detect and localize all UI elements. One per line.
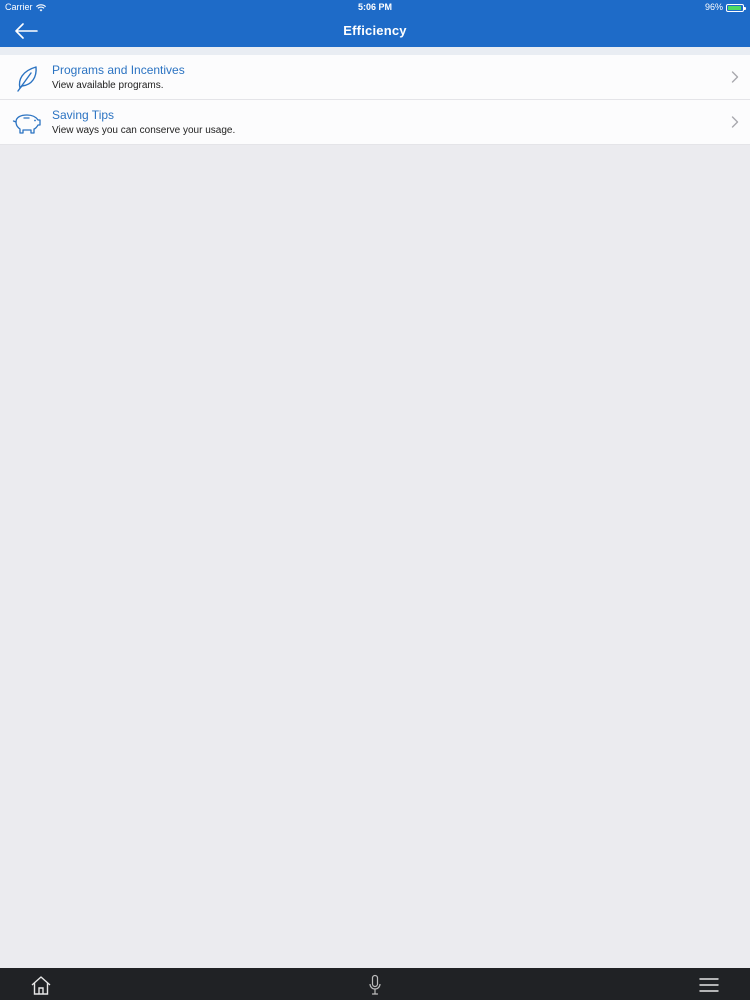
menu-button[interactable] (697, 973, 721, 997)
menu-icon (699, 978, 719, 992)
piggy-bank-icon (12, 114, 41, 134)
status-time: 5:06 PM (357, 2, 392, 12)
list-item-saving-tips[interactable]: Saving Tips View ways you can conserve y… (0, 100, 750, 145)
list-item-subtitle: View available programs. (52, 80, 164, 91)
battery-icon (726, 3, 746, 12)
chevron-right-icon (731, 71, 739, 83)
list-item-programs-incentives[interactable]: Programs and Incentives View available p… (0, 55, 750, 100)
list-item-title: Programs and Incentives (52, 63, 185, 77)
page-title: Efficiency (343, 23, 407, 38)
leaf-icon (17, 66, 37, 92)
microphone-icon (369, 974, 381, 995)
home-icon (31, 976, 51, 995)
app-screen: Carrier 5:06 PM 96% Efficiency Programs … (0, 0, 750, 1000)
list-item-title: Saving Tips (52, 108, 115, 122)
list-item-subtitle: View ways you can conserve your usage. (52, 125, 236, 136)
bottom-toolbar (0, 968, 750, 1000)
header-divider (0, 47, 750, 55)
status-bar: Carrier 5:06 PM 96% (0, 0, 750, 15)
battery-fill (728, 5, 742, 10)
battery-percent: 96% (704, 2, 723, 12)
battery-group: 96% (704, 0, 746, 15)
header: Carrier 5:06 PM 96% Efficiency (0, 0, 750, 47)
chevron-right-icon (731, 116, 739, 128)
home-button[interactable] (29, 973, 53, 997)
microphone-button[interactable] (363, 973, 387, 997)
nav-bar: Efficiency (0, 15, 750, 47)
efficiency-list: Programs and Incentives View available p… (0, 55, 750, 145)
